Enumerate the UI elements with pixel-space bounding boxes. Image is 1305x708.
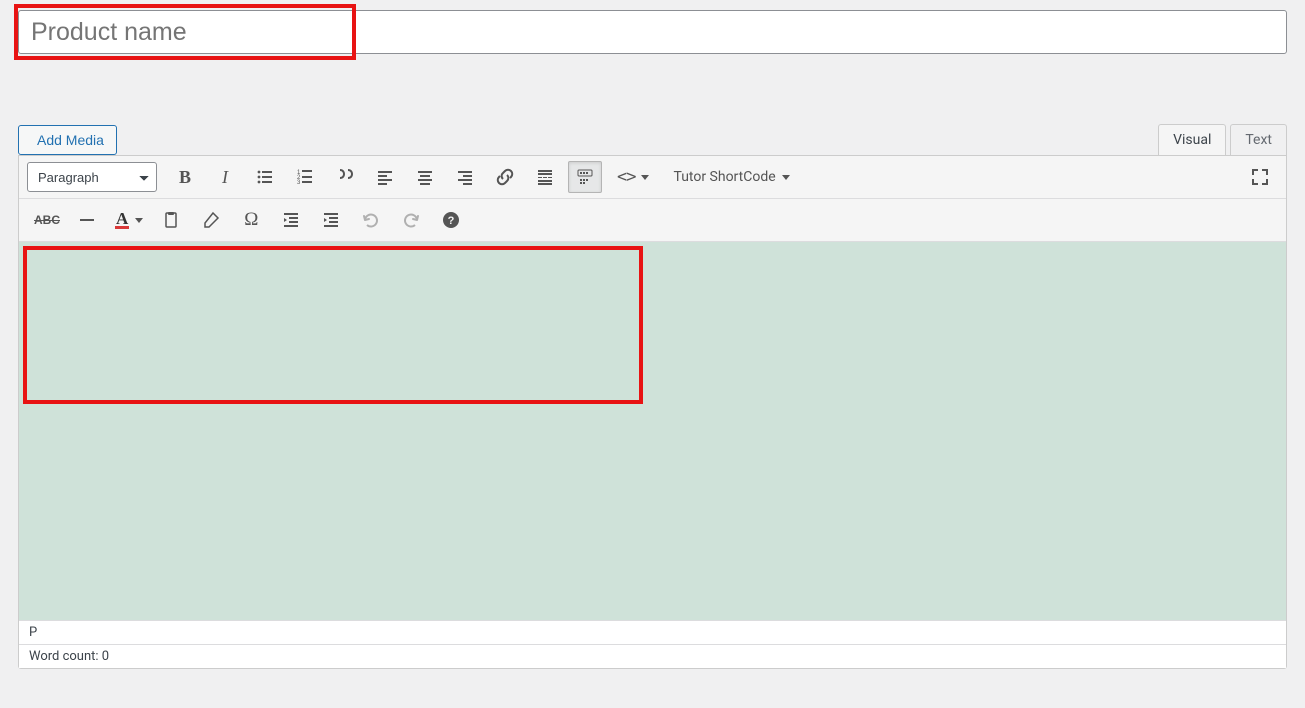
align-right-button[interactable] [448,161,482,193]
help-icon: ? [441,210,461,230]
kitchen-sink-icon [575,167,595,187]
chevron-down-icon [135,218,143,223]
fullscreen-button[interactable] [1243,161,1277,193]
outdent-icon [281,210,301,230]
svg-text:?: ? [448,215,455,227]
link-icon [495,167,515,187]
word-count-value: 0 [102,649,109,664]
editor-container: Paragraph B I 123 [18,155,1287,669]
code-icon: <> [617,167,635,187]
paste-text-button[interactable] [154,204,188,236]
read-more-icon [535,167,555,187]
indent-icon [321,210,341,230]
chevron-down-icon [782,175,790,180]
strikethrough-icon: ABC [34,213,60,227]
quote-icon [335,167,355,187]
list-ul-icon [255,167,275,187]
indent-button[interactable] [314,204,348,236]
tutor-shortcode-dropdown[interactable]: Tutor ShortCode [664,161,798,193]
toolbar-row-1: Paragraph B I 123 [19,156,1286,199]
strikethrough-button[interactable]: ABC [30,204,64,236]
undo-icon [361,210,381,230]
word-count-bar: Word count: 0 [19,644,1286,668]
blockquote-button[interactable] [328,161,362,193]
special-character-button[interactable]: Ω [234,204,268,236]
help-button[interactable]: ? [434,204,468,236]
bold-button[interactable]: B [168,161,202,193]
tab-text[interactable]: Text [1230,124,1287,155]
bulleted-list-button[interactable] [248,161,282,193]
align-left-icon [375,167,395,187]
text-color-dropdown[interactable]: A [110,204,148,236]
highlight-box-content [23,246,643,404]
tutor-shortcode-label: Tutor ShortCode [673,169,775,185]
svg-text:3: 3 [297,180,301,186]
align-left-button[interactable] [368,161,402,193]
clear-formatting-button[interactable] [194,204,228,236]
redo-icon [401,210,421,230]
align-center-icon [415,167,435,187]
code-dropdown[interactable]: <> [608,161,658,193]
format-select[interactable]: Paragraph [27,162,157,192]
add-media-label: Add Media [37,132,104,148]
toolbar-row-2: ABC A [19,199,1286,242]
word-count-label: Word count: [29,649,99,664]
eraser-icon [201,210,221,230]
horizontal-rule-button[interactable] [70,204,104,236]
insert-more-button[interactable] [528,161,562,193]
product-name-input[interactable] [18,10,1287,54]
content-editor[interactable] [19,242,1286,620]
editor-mode-tabs: Visual Text [1154,124,1287,155]
undo-button[interactable] [354,204,388,236]
link-button[interactable] [488,161,522,193]
text-color-icon: A [115,212,129,229]
numbered-list-button[interactable]: 123 [288,161,322,193]
list-ol-icon: 123 [295,167,315,187]
outdent-button[interactable] [274,204,308,236]
toolbar-toggle-button[interactable] [568,161,602,193]
align-center-button[interactable] [408,161,442,193]
clipboard-icon [161,210,181,230]
element-path: P [19,620,1286,644]
tab-visual[interactable]: Visual [1158,124,1226,155]
chevron-down-icon [641,175,649,180]
italic-button[interactable]: I [208,161,242,193]
redo-button[interactable] [394,204,428,236]
omega-icon: Ω [244,209,258,231]
fullscreen-icon [1250,167,1270,187]
align-right-icon [455,167,475,187]
add-media-button[interactable]: Add Media [18,125,117,155]
hr-icon [77,210,97,230]
